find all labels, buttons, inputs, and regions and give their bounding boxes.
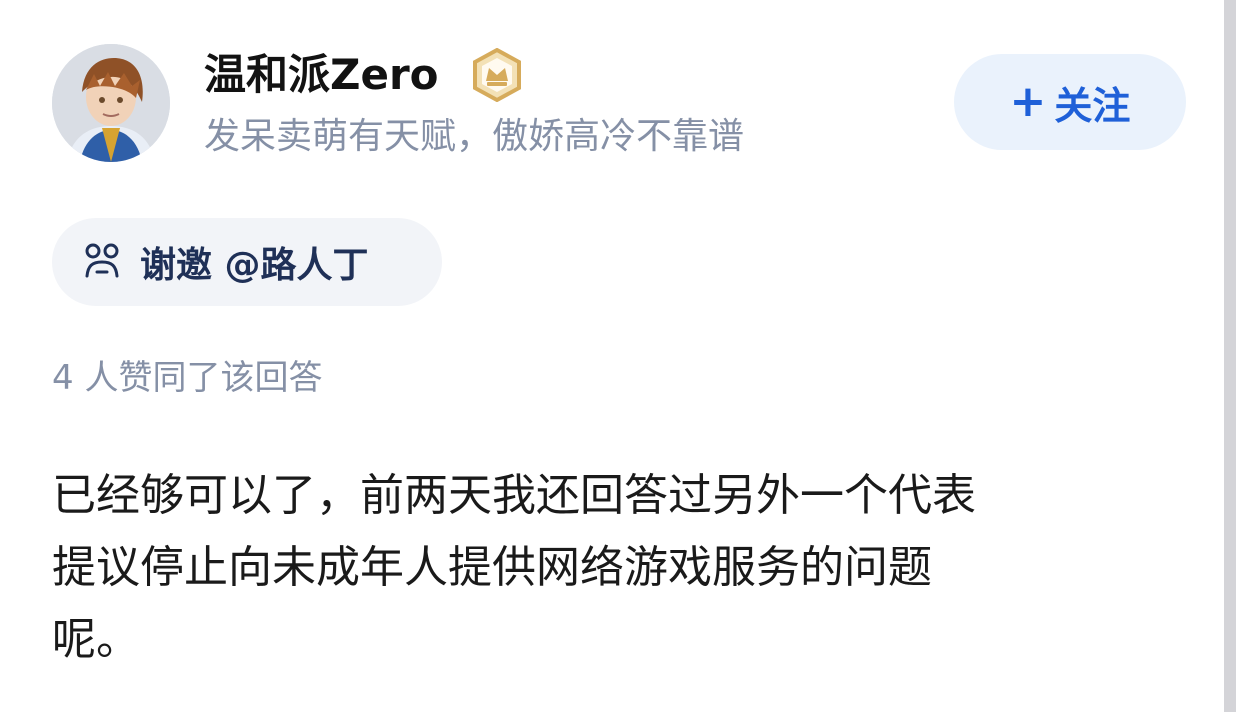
author-name[interactable]: 温和派Zero bbox=[204, 48, 439, 102]
answer-line-1: 已经够可以了，前两天我还回答过另外一个代表 bbox=[52, 470, 976, 521]
upvote-count: 4 人赞同了该回答 bbox=[52, 358, 323, 398]
crown-badge-icon[interactable] bbox=[470, 47, 524, 103]
answer-line-3: 呢。 bbox=[52, 614, 140, 665]
answer-line-2: 提议停止向未成年人提供网络游戏服务的问题 bbox=[52, 542, 932, 593]
follow-button[interactable]: + 关注 bbox=[954, 54, 1186, 150]
answer-body: 已经够可以了，前两天我还回答过另外一个代表 提议停止向未成年人提供网络游戏服务的… bbox=[52, 460, 1152, 676]
invite-icon bbox=[80, 238, 124, 286]
invite-tag[interactable]: 谢邀 @路人丁 bbox=[52, 218, 442, 306]
plus-icon: + bbox=[1009, 76, 1047, 127]
scrollbar-edge[interactable] bbox=[1224, 0, 1236, 712]
follow-label: 关注 bbox=[1054, 83, 1131, 128]
avatar[interactable] bbox=[52, 44, 170, 162]
invite-text: 谢邀 @路人丁 bbox=[140, 245, 369, 286]
author-bio: 发呆卖萌有天赋，傲娇高冷不靠谱 bbox=[204, 116, 745, 157]
